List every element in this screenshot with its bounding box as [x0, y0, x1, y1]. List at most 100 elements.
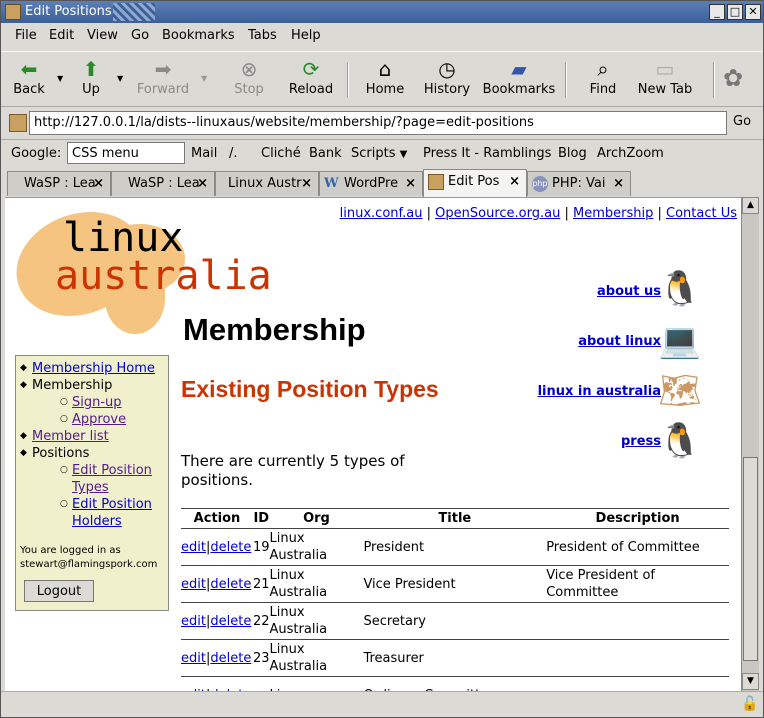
bookmark-cliche[interactable]: Cliché	[261, 146, 301, 161]
tab-close-icon[interactable]: ×	[509, 174, 520, 189]
maximize-icon[interactable]: □	[727, 4, 743, 20]
app-icon	[5, 4, 21, 20]
delete-link[interactable]: delete	[210, 540, 251, 555]
menu-edit[interactable]: Edit	[49, 28, 74, 43]
menu-tabs[interactable]: Tabs	[248, 28, 277, 43]
edit-link[interactable]: edit	[181, 540, 206, 555]
up-arrow-icon: ⬆	[82, 57, 100, 81]
bookmark-slashdot[interactable]: /.	[229, 146, 238, 161]
google-search-input[interactable]	[67, 142, 185, 164]
menu-go[interactable]: Go	[131, 28, 149, 43]
bookmark-scripts[interactable]: Scripts ▼	[351, 146, 407, 161]
reload-icon: ⟳	[302, 57, 320, 81]
edit-link[interactable]: edit	[181, 651, 206, 666]
tab-wasp-1[interactable]: WaSP : Lea ×	[7, 171, 111, 196]
close-icon[interactable]: ✕	[745, 4, 761, 20]
nav-sign-up[interactable]: Sign-up	[72, 395, 122, 410]
cell-title: Secretary	[363, 602, 547, 640]
find-button[interactable]: ⌕ Find	[585, 56, 621, 104]
vertical-scrollbar[interactable]: ▲ ▼	[741, 197, 759, 691]
nav-edit-position-holders[interactable]: Edit Position Holders	[72, 497, 152, 529]
bookmark-bank[interactable]: Bank	[309, 146, 342, 161]
back-dropdown-icon[interactable]: ▼	[57, 74, 63, 83]
column-header-action: Action	[181, 508, 253, 529]
cell-description	[546, 602, 729, 640]
menu-view[interactable]: View	[87, 28, 118, 43]
delete-link[interactable]: delete	[210, 614, 251, 629]
tab-wasp-2[interactable]: WaSP : Lea ×	[111, 171, 215, 196]
url-input[interactable]: http://127.0.0.1/la/dists--linuxaus/webs…	[29, 111, 727, 135]
cell-title: Treasurer	[363, 639, 547, 677]
logout-button[interactable]: Logout	[24, 580, 94, 602]
cell-id: 22	[252, 602, 270, 640]
bookmark-blog[interactable]: Blog	[558, 146, 587, 161]
nav-approve[interactable]: Approve	[72, 412, 126, 427]
tab-php[interactable]: php PHP: Vai ×	[527, 171, 631, 196]
nav-edit-position-types[interactable]: Edit Position Types	[72, 463, 152, 495]
bookmark-press-it[interactable]: Press It - Ramblings	[423, 146, 551, 161]
back-button[interactable]: ⬅ Back	[7, 56, 51, 104]
cell-id: 21	[252, 565, 270, 603]
cell-org: Linux Australia	[269, 565, 364, 603]
link-opensource-org-au[interactable]: OpenSource.org.au	[435, 206, 560, 221]
link-membership[interactable]: Membership	[573, 206, 653, 221]
tab-close-icon[interactable]: ×	[613, 176, 624, 191]
edit-link[interactable]: edit	[181, 577, 206, 592]
bookmark-mail[interactable]: Mail	[191, 146, 217, 161]
up-button[interactable]: ⬆ Up	[73, 56, 109, 104]
link-about-us[interactable]: about us	[597, 284, 661, 299]
link-about-linux[interactable]: about linux	[578, 334, 661, 349]
go-button[interactable]: Go	[733, 114, 751, 129]
php-icon: php	[532, 176, 548, 192]
link-linux-conf-au[interactable]: linux.conf.au	[340, 206, 423, 221]
edit-link[interactable]: edit	[181, 614, 206, 629]
nav-membership-home[interactable]: Membership Home	[32, 361, 155, 376]
menu-help[interactable]: Help	[291, 28, 321, 43]
tab-close-icon[interactable]: ×	[93, 176, 104, 191]
reload-button[interactable]: ⟳ Reload	[287, 56, 335, 104]
tab-edit-positions[interactable]: Edit Pos ×	[423, 169, 527, 197]
forward-dropdown-icon[interactable]: ▼	[201, 74, 207, 83]
minimize-icon[interactable]: _	[709, 4, 725, 20]
cell-org: Linux Australia	[269, 639, 364, 677]
home-button[interactable]: ⌂ Home	[361, 56, 409, 104]
circle-bullet-icon: ○	[60, 414, 68, 424]
tab-close-icon[interactable]: ×	[301, 176, 312, 191]
circle-bullet-icon: ○	[60, 465, 68, 475]
tab-linux-australia[interactable]: Linux Austr ×	[215, 171, 319, 196]
delete-link[interactable]: delete	[210, 577, 251, 592]
forward-button[interactable]: ➡ Forward	[135, 56, 191, 104]
link-linux-in-australia[interactable]: linux in australia	[538, 384, 661, 399]
up-dropdown-icon[interactable]: ▼	[117, 74, 123, 83]
cell-id: 23	[252, 639, 270, 677]
column-header-title: Title	[363, 508, 547, 529]
positions-table: Action ID Org Title Description edit|del…	[181, 508, 729, 691]
nav-member-list[interactable]: Member list	[32, 429, 109, 444]
new-tab-button[interactable]: ▭ New Tab	[635, 56, 695, 104]
home-icon: ⌂	[378, 57, 392, 81]
table-row: edit|delete 22 Linux Australia Secretary	[181, 602, 729, 640]
cell-org: Linux Australia	[269, 528, 364, 566]
scroll-up-icon[interactable]: ▲	[742, 197, 759, 214]
tab-close-icon[interactable]: ×	[405, 176, 416, 191]
menu-file[interactable]: File	[15, 28, 37, 43]
window-title: Edit Positions	[25, 4, 112, 19]
bookmarks-button[interactable]: ▰ Bookmarks	[481, 56, 557, 104]
link-contact-us[interactable]: Contact Us	[666, 206, 737, 221]
bookmark-archzoom[interactable]: ArchZoom	[597, 146, 664, 161]
scroll-down-icon[interactable]: ▼	[742, 673, 759, 690]
tab-close-icon[interactable]: ×	[197, 176, 208, 191]
toolbar-separator	[713, 62, 715, 98]
history-button[interactable]: ◷ History	[421, 56, 473, 104]
stop-button[interactable]: ⊗ Stop	[227, 56, 271, 104]
delete-link[interactable]: delete	[210, 651, 251, 666]
computer-icon: 💻	[658, 321, 702, 361]
cell-org: Linux	[269, 676, 364, 691]
table-row: edit|delete 23 Linux Australia Treasurer	[181, 639, 729, 677]
cell-title: Vice President	[363, 565, 547, 603]
linux-australia-favicon	[428, 174, 444, 190]
menu-bookmarks[interactable]: Bookmarks	[162, 28, 235, 43]
scrollbar-thumb[interactable]	[743, 457, 758, 661]
tab-bar: WaSP : Lea × WaSP : Lea × Linux Austr × W Wo…	[1, 169, 763, 197]
tab-wordpress[interactable]: W WordPre ×	[319, 171, 423, 196]
